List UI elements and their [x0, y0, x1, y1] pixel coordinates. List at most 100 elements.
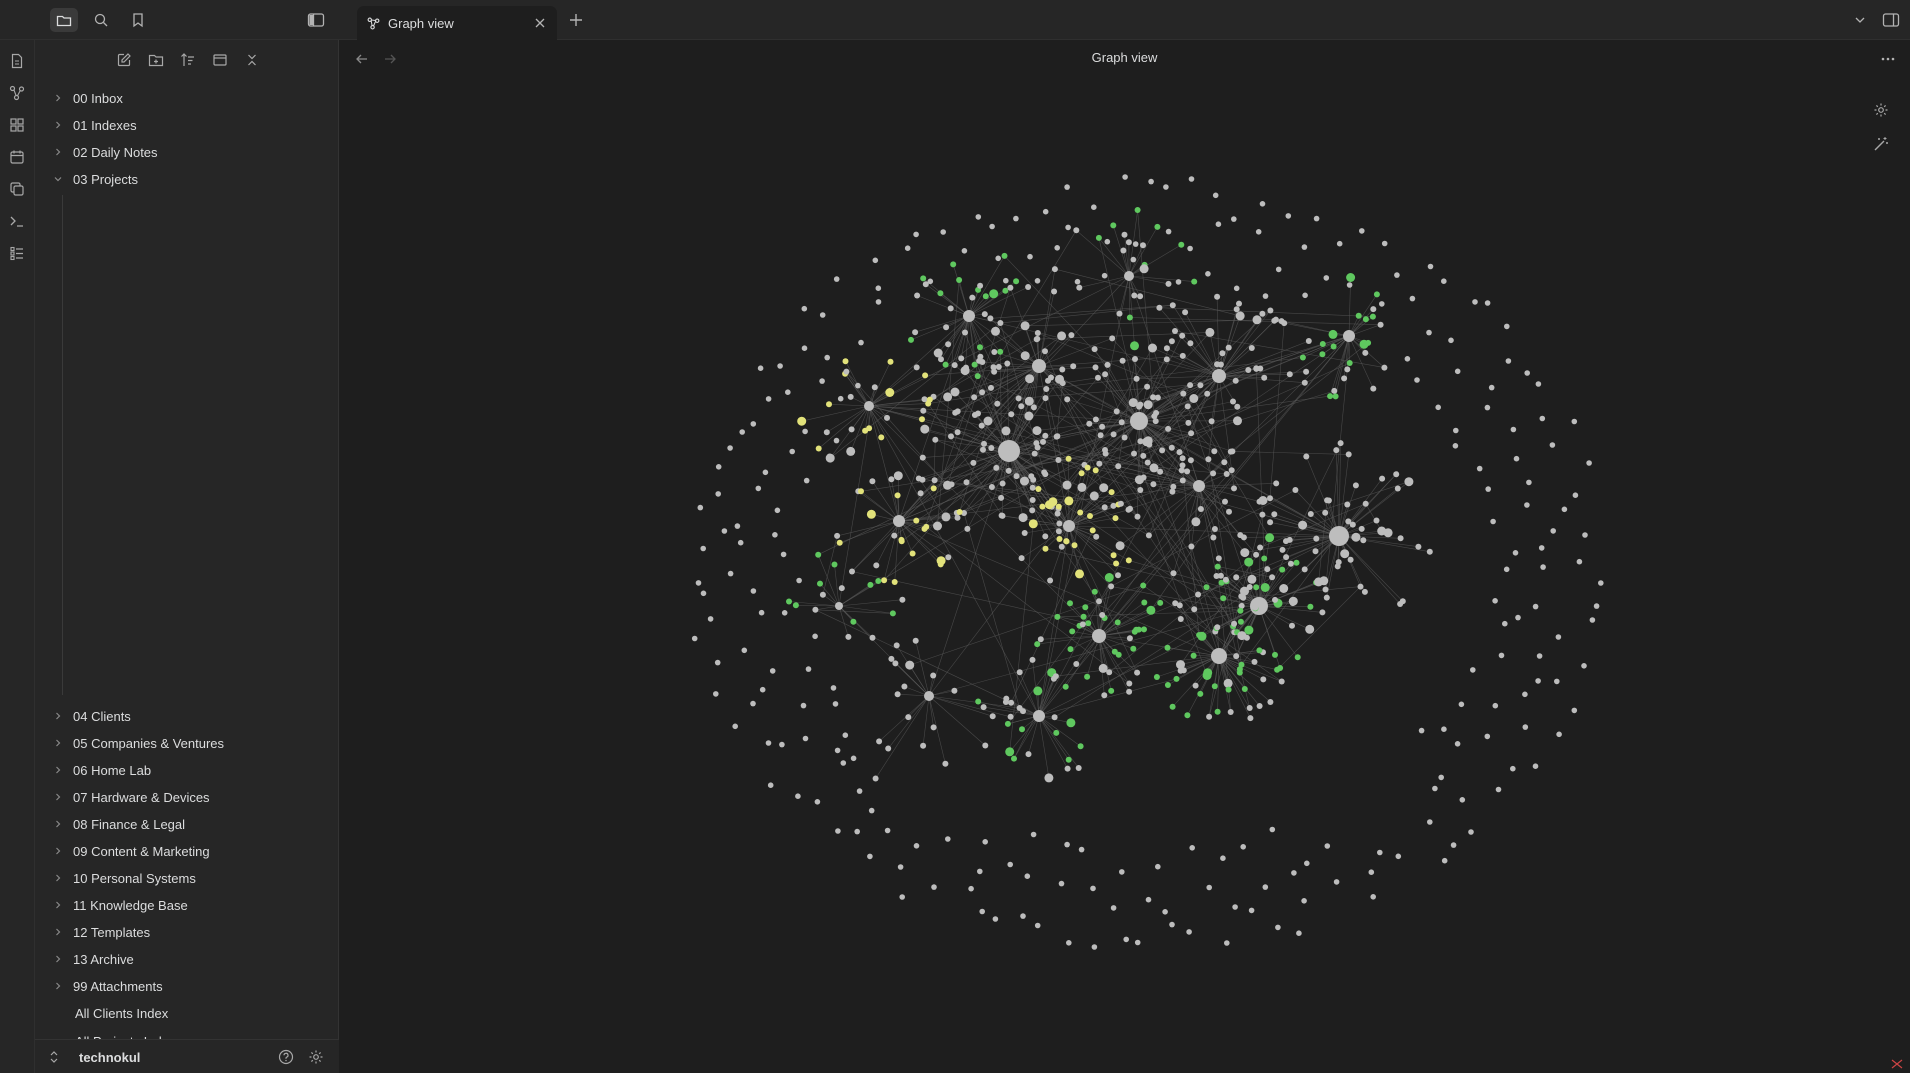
- graph-node[interactable]: [1526, 479, 1532, 486]
- graph-node[interactable]: [893, 515, 905, 527]
- graph-node[interactable]: [1231, 485, 1237, 492]
- graph-node[interactable]: [873, 562, 880, 569]
- graph-node[interactable]: [1184, 712, 1191, 719]
- status-corner-icon[interactable]: [1886, 1057, 1908, 1071]
- graph-node[interactable]: [1119, 869, 1125, 875]
- graph-node[interactable]: [1064, 496, 1074, 506]
- graph-node[interactable]: [1205, 271, 1211, 277]
- graph-node[interactable]: [759, 686, 766, 693]
- graph-node[interactable]: [1267, 699, 1274, 705]
- graph-node[interactable]: [834, 532, 841, 539]
- graph-node[interactable]: [1189, 845, 1195, 851]
- graph-node[interactable]: [1177, 667, 1184, 674]
- graph-node[interactable]: [912, 329, 919, 336]
- graph-node[interactable]: [1033, 710, 1045, 722]
- graph-node[interactable]: [981, 311, 988, 318]
- graph-node[interactable]: [1359, 228, 1365, 234]
- graph-node[interactable]: [785, 389, 791, 396]
- graph-node[interactable]: [1148, 343, 1157, 353]
- graph-node[interactable]: [1365, 339, 1372, 346]
- graph-node[interactable]: [1222, 576, 1229, 583]
- graph-node[interactable]: [1253, 584, 1260, 591]
- graph-node[interactable]: [1172, 328, 1178, 334]
- graph-node[interactable]: [1134, 669, 1141, 676]
- graph-node[interactable]: [1055, 503, 1062, 510]
- graph-node[interactable]: [1291, 870, 1297, 876]
- graph-node[interactable]: [691, 635, 698, 642]
- graph-node[interactable]: [1117, 500, 1124, 507]
- graph-node[interactable]: [1197, 690, 1204, 697]
- graph-node[interactable]: [1057, 331, 1067, 341]
- graph-node[interactable]: [1108, 583, 1115, 590]
- graph-node[interactable]: [1395, 853, 1402, 860]
- graph-node[interactable]: [1165, 425, 1172, 432]
- graph-node[interactable]: [1169, 302, 1176, 309]
- graph-node[interactable]: [1510, 765, 1516, 772]
- graph-node[interactable]: [960, 366, 970, 376]
- graph-node[interactable]: [862, 427, 869, 434]
- graph-node[interactable]: [1307, 511, 1314, 517]
- graph-node[interactable]: [1069, 628, 1076, 635]
- graph-node[interactable]: [1152, 418, 1159, 425]
- graph-node[interactable]: [904, 245, 911, 251]
- graph-node[interactable]: [913, 364, 920, 371]
- graph-node[interactable]: [999, 512, 1006, 519]
- list-icon[interactable]: [5, 241, 29, 265]
- graph-node[interactable]: [988, 484, 995, 490]
- graph-node[interactable]: [1323, 594, 1330, 601]
- graph-node[interactable]: [1143, 436, 1153, 446]
- graph-node[interactable]: [1184, 468, 1191, 475]
- graph-node[interactable]: [930, 485, 937, 492]
- graph-node[interactable]: [1215, 221, 1222, 227]
- graph-node[interactable]: [1051, 714, 1058, 721]
- graph-node[interactable]: [905, 660, 915, 670]
- graph-node[interactable]: [714, 659, 721, 666]
- graph-node[interactable]: [1202, 671, 1212, 680]
- graph-node[interactable]: [1275, 266, 1282, 273]
- graph-node[interactable]: [1233, 306, 1240, 313]
- graph-node[interactable]: [1271, 511, 1278, 518]
- graph-node[interactable]: [1127, 505, 1133, 512]
- graph-node[interactable]: [1286, 371, 1293, 378]
- graph-node[interactable]: [1498, 652, 1505, 659]
- graph-node[interactable]: [884, 827, 891, 834]
- graph-node[interactable]: [1362, 349, 1369, 356]
- graph-node[interactable]: [956, 277, 963, 283]
- graph-node[interactable]: [1303, 368, 1310, 375]
- graph-node[interactable]: [1250, 597, 1268, 615]
- graph-node[interactable]: [1236, 300, 1242, 307]
- search-icon[interactable]: [87, 8, 115, 32]
- graph-node[interactable]: [1131, 450, 1137, 457]
- graph-node[interactable]: [994, 400, 1001, 407]
- graph-node[interactable]: [1164, 682, 1171, 688]
- graph-node[interactable]: [1495, 786, 1502, 793]
- graph-node[interactable]: [1373, 517, 1380, 524]
- graph-node[interactable]: [1227, 709, 1234, 715]
- graph-node[interactable]: [765, 396, 772, 402]
- graph-node[interactable]: [1025, 751, 1032, 758]
- graph-node[interactable]: [1101, 692, 1108, 699]
- graph-node[interactable]: [931, 884, 937, 890]
- graph-node[interactable]: [1027, 253, 1033, 260]
- graph-node[interactable]: [1248, 907, 1255, 914]
- graph-node[interactable]: [1513, 455, 1520, 462]
- graph-node[interactable]: [1223, 678, 1233, 688]
- graph-node[interactable]: [1176, 660, 1185, 670]
- graph-node[interactable]: [1034, 444, 1041, 451]
- graph-node[interactable]: [1260, 583, 1270, 592]
- sidebar-toggle-icon[interactable]: [302, 8, 330, 32]
- graph-node[interactable]: [1212, 369, 1226, 383]
- graph-node[interactable]: [1055, 528, 1062, 535]
- graph-node[interactable]: [1435, 404, 1441, 411]
- graph-node[interactable]: [1561, 506, 1568, 513]
- graph-node[interactable]: [866, 509, 876, 519]
- graph-node[interactable]: [1179, 477, 1186, 484]
- graph-node[interactable]: [1149, 463, 1159, 473]
- graph-node[interactable]: [1089, 491, 1099, 501]
- graph-node[interactable]: [786, 598, 792, 605]
- graph-node[interactable]: [912, 637, 919, 644]
- graph-node[interactable]: [1092, 467, 1099, 474]
- graph-node[interactable]: [802, 735, 809, 742]
- folder-icon[interactable]: [50, 8, 78, 32]
- graph-node[interactable]: [858, 488, 864, 495]
